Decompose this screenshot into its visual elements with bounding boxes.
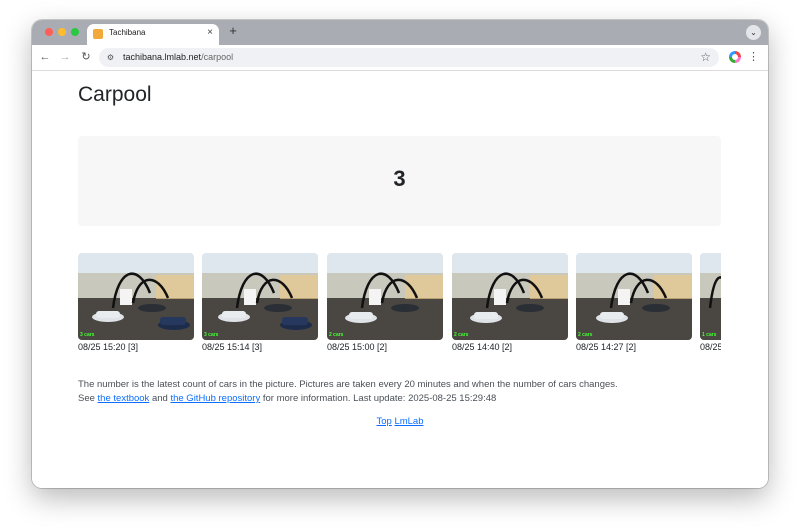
photo-card: 2 cars 08/25 14:40 [2] [452, 253, 568, 357]
photo-card: 2 cars 08/25 14:27 [2] [576, 253, 692, 357]
car-photo-scene [700, 253, 721, 340]
info-line-2: See the textbook and the GitHub reposito… [78, 392, 618, 406]
cars-count-overlay: 2 cars [329, 332, 344, 338]
lmlab-link[interactable]: LmLab [394, 416, 423, 427]
cars-count-overlay: 3 cars [80, 332, 95, 338]
new-tab-button[interactable]: + [226, 24, 240, 38]
car-photo: 1 cars [700, 253, 721, 340]
car-photo-scene [78, 253, 194, 340]
browser-window: Tachibana × + ⌄ ← → ↻ ⚙ tachibana.lmlab.… [32, 20, 768, 488]
browser-menu-icon[interactable]: ⋮ [748, 50, 759, 64]
cars-count-overlay: 2 cars [578, 332, 593, 338]
forward-arrow-icon[interactable]: → [58, 50, 72, 64]
site-info-icon[interactable]: ⚙ [105, 52, 116, 63]
url-text[interactable]: tachibana.lmlab.net/carpool [123, 52, 233, 62]
browser-toolbar: ← → ↻ ⚙ tachibana.lmlab.net/carpool ☆ ⋮ [32, 45, 768, 71]
count-panel: 3 [78, 136, 721, 226]
profile-avatar-icon[interactable] [729, 51, 741, 63]
maximize-window-button[interactable] [71, 28, 79, 36]
photo-caption: 08/25 14:27 [2] [576, 342, 637, 352]
car-photo-scene [327, 253, 443, 340]
cars-count-overlay: 2 cars [454, 332, 469, 338]
car-photo: 2 cars [576, 253, 692, 340]
photo-caption: 08/25 14:20 [1] [700, 342, 721, 352]
title-bar: Tachibana × + ⌄ [32, 20, 768, 45]
favicon-icon [93, 29, 103, 39]
info-text: The number is the latest count of cars i… [78, 378, 618, 406]
car-photo: 3 cars [78, 253, 194, 340]
close-window-button[interactable] [45, 28, 53, 36]
photo-gallery: 3 cars 08/25 15:20 [3] 3 cars 08/25 15:1… [78, 253, 721, 357]
info-line-1: The number is the latest count of cars i… [78, 379, 618, 390]
cars-count-overlay: 1 cars [702, 332, 717, 338]
url-host: tachibana.lmlab.net [123, 52, 202, 62]
bookmark-star-icon[interactable]: ☆ [700, 50, 711, 64]
reload-icon[interactable]: ↻ [79, 50, 93, 64]
page-title: Carpool [78, 83, 152, 106]
tab-close-icon[interactable]: × [207, 27, 213, 38]
github-repository-link[interactable]: the GitHub repository [170, 393, 260, 404]
tab-search-chevron-icon[interactable]: ⌄ [746, 25, 761, 40]
car-photo: 2 cars [452, 253, 568, 340]
car-count: 3 [393, 166, 406, 191]
photo-card: 2 cars 08/25 15:00 [2] [327, 253, 443, 357]
photo-card: 1 cars 08/25 14:20 [1] [700, 253, 721, 357]
url-path: /carpool [201, 52, 234, 62]
photo-caption: 08/25 15:00 [2] [327, 342, 388, 352]
back-arrow-icon[interactable]: ← [38, 50, 52, 64]
info-last-update: for more information. Last update: 2025-… [260, 393, 497, 404]
photo-card: 3 cars 08/25 15:14 [3] [202, 253, 318, 357]
info-see: See [78, 393, 98, 404]
car-photo: 2 cars [327, 253, 443, 340]
top-link[interactable]: Top [376, 416, 391, 427]
footer-links: Top LmLab [32, 416, 768, 427]
tab-title: Tachibana [109, 28, 146, 37]
minimize-window-button[interactable] [58, 28, 66, 36]
photo-caption: 08/25 14:40 [2] [452, 342, 513, 352]
car-photo-scene [202, 253, 318, 340]
address-bar[interactable]: ⚙ tachibana.lmlab.net/carpool ☆ [99, 48, 719, 67]
textbook-link[interactable]: the textbook [98, 393, 150, 404]
car-photo: 3 cars [202, 253, 318, 340]
car-photo-scene [452, 253, 568, 340]
cars-count-overlay: 3 cars [204, 332, 219, 338]
photo-caption: 08/25 15:20 [3] [78, 342, 139, 352]
car-photo-scene [576, 253, 692, 340]
photo-card: 3 cars 08/25 15:20 [3] [78, 253, 194, 357]
photo-caption: 08/25 15:14 [3] [202, 342, 263, 352]
info-and: and [149, 393, 171, 404]
page-content: Carpool 3 3 cars 08/25 15:20 [3] 3 cars … [32, 71, 768, 488]
browser-tab[interactable]: Tachibana × [87, 24, 219, 45]
